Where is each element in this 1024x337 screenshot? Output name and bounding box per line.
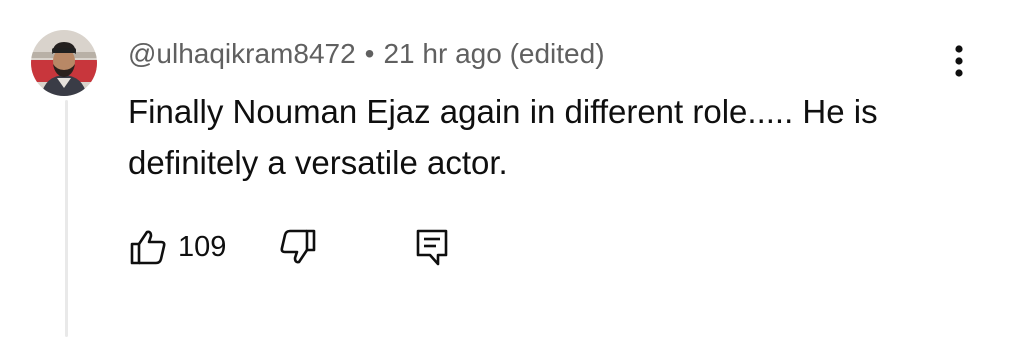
reply-thread-line — [65, 100, 68, 337]
dislike-button[interactable] — [278, 222, 322, 272]
like-count: 109 — [178, 230, 227, 263]
thumbs-up-icon — [130, 230, 166, 265]
thumbs-down-icon — [280, 229, 316, 264]
three-dot-vertical-icon — [955, 45, 963, 77]
comment-text: Finally Nouman Ejaz again in different r… — [128, 93, 878, 181]
avatar-image — [31, 30, 97, 96]
reply-button[interactable] — [414, 222, 454, 272]
avatar[interactable] — [31, 30, 97, 96]
like-button[interactable]: 109 — [128, 222, 226, 272]
more-actions-button[interactable] — [944, 40, 974, 82]
author-handle[interactable]: @ulhaqikram8472 — [128, 38, 356, 70]
comment-header: @ulhaqikram8472 • 21 hr ago (edited) — [128, 36, 605, 72]
comment-timestamp[interactable]: 21 hr ago (edited) — [383, 38, 604, 70]
reply-comment-icon — [416, 229, 448, 266]
meta-separator: • — [364, 38, 375, 69]
